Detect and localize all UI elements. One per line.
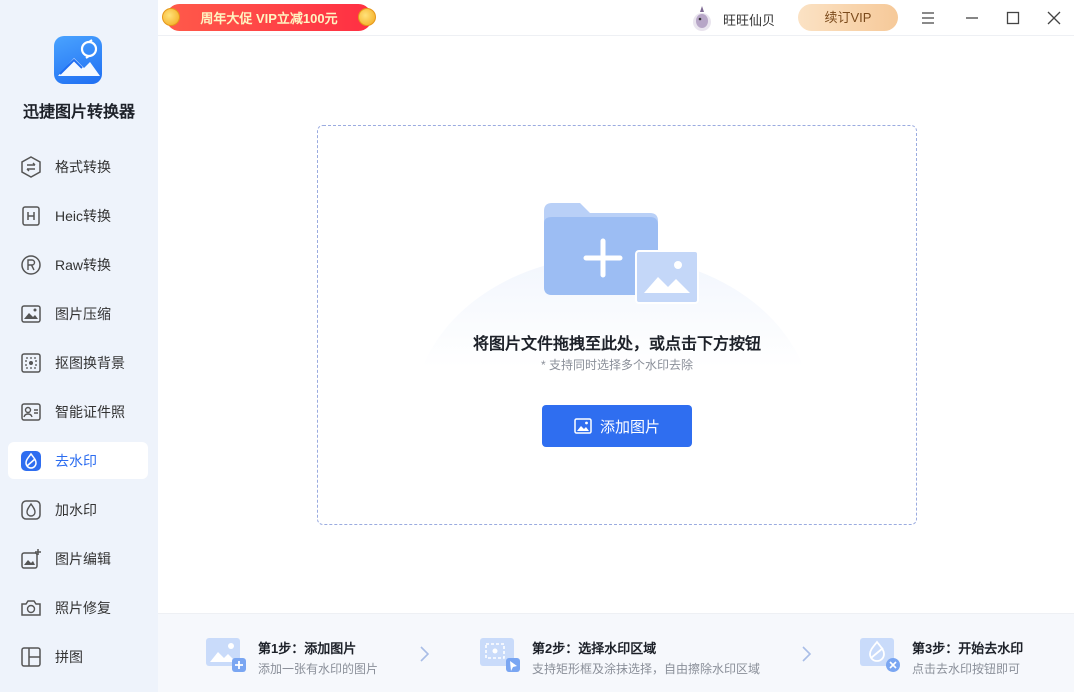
sidebar: 迅捷图片转换器 格式转换 Heic转换 Raw转换 图片压缩 抠图换背景 智能证…	[0, 0, 158, 692]
promo-banner[interactable]: 周年大促 VIP立减100元	[166, 4, 372, 31]
cutout-icon	[20, 352, 42, 374]
step-title: 第1步：添加图片	[258, 641, 357, 656]
id-photo-icon	[20, 401, 42, 423]
top-bar: 周年大促 VIP立减100元 旺旺仙贝 续订VIP	[158, 0, 1074, 36]
minimize-icon[interactable]	[962, 8, 982, 28]
drop-zone[interactable]: 将图片文件拖拽至此处，或点击下方按钮 * 支持同时选择多个水印去除 添加图片	[317, 125, 917, 525]
sidebar-item-add-watermark[interactable]: 加水印	[8, 491, 148, 528]
heic-icon	[20, 205, 42, 227]
coin-icon	[358, 8, 376, 26]
sidebar-item-raw[interactable]: Raw转换	[8, 246, 148, 283]
step-desc: 添加一张有水印的图片	[258, 662, 379, 676]
folder-add-icon	[540, 201, 700, 306]
sidebar-item-label: 格式转换	[55, 158, 111, 175]
sidebar-item-image-edit[interactable]: 图片编辑	[8, 540, 148, 577]
close-icon[interactable]	[1044, 8, 1064, 28]
app-title: 迅捷图片转换器	[22, 104, 135, 121]
sidebar-item-remove-watermark[interactable]: 去水印	[8, 442, 148, 479]
menu-icon[interactable]	[918, 8, 938, 28]
steps-bar: 第1步：添加图片 添加一张有水印的图片 第2步：选择水印区域 支持矩形框及涂抹选…	[158, 613, 1074, 692]
sidebar-item-id-photo[interactable]: 智能证件照	[8, 393, 148, 430]
sidebar-item-label: 加水印	[55, 501, 97, 518]
sidebar-item-label: 去水印	[55, 452, 97, 469]
add-watermark-icon	[20, 499, 42, 521]
sidebar-item-label: 图片压缩	[55, 305, 111, 322]
image-icon	[574, 418, 592, 434]
add-image-button[interactable]: 添加图片	[542, 405, 692, 447]
photo-repair-icon	[20, 597, 42, 619]
sidebar-item-label: 图片编辑	[55, 550, 111, 567]
collage-icon	[20, 646, 42, 668]
drop-zone-subtitle: * 支持同时选择多个水印去除	[540, 358, 693, 372]
sidebar-item-heic[interactable]: Heic转换	[8, 197, 148, 234]
sidebar-item-label: 抠图换背景	[55, 354, 125, 371]
renew-vip-button[interactable]: 续订VIP	[798, 4, 898, 31]
drop-zone-title: 将图片文件拖拽至此处，或点击下方按钮	[472, 336, 761, 353]
sidebar-nav: 格式转换 Heic转换 Raw转换 图片压缩 抠图换背景 智能证件照 去水印 加…	[8, 148, 148, 687]
step-title: 第3步：开始去水印	[912, 641, 1024, 656]
sidebar-item-compress[interactable]: 图片压缩	[8, 295, 148, 332]
chevron-right-icon	[800, 646, 812, 662]
coin-icon	[162, 8, 180, 26]
sidebar-item-label: Heic转换	[55, 207, 112, 224]
raw-icon	[20, 254, 42, 276]
image-edit-icon	[20, 548, 42, 570]
add-image-step-icon	[206, 636, 246, 672]
sidebar-item-format-convert[interactable]: 格式转换	[8, 148, 148, 185]
compress-icon	[20, 303, 42, 325]
sidebar-item-cutout[interactable]: 抠图换背景	[8, 344, 148, 381]
app-logo-icon	[54, 36, 102, 84]
step-title: 第2步：选择水印区域	[532, 641, 657, 656]
select-region-step-icon	[480, 636, 520, 672]
sidebar-item-collage[interactable]: 拼图	[8, 638, 148, 675]
format-convert-icon	[20, 155, 42, 178]
step-desc: 支持矩形框及涂抹选择，自由擦除水印区域	[532, 662, 761, 676]
username[interactable]: 旺旺仙贝	[723, 10, 775, 29]
maximize-icon[interactable]	[1003, 8, 1023, 28]
remove-watermark-icon	[20, 450, 42, 472]
sidebar-item-label: Raw转换	[55, 256, 112, 273]
sidebar-item-label: 智能证件照	[55, 403, 125, 420]
sidebar-item-label: 拼图	[55, 648, 83, 665]
promo-text: 周年大促 VIP立减100元	[200, 11, 338, 26]
remove-watermark-step-icon	[860, 636, 900, 672]
avatar[interactable]	[690, 4, 714, 32]
step-desc: 点击去水印按钮即可	[912, 662, 1021, 676]
add-image-label: 添加图片	[599, 418, 660, 436]
sidebar-item-photo-repair[interactable]: 照片修复	[8, 589, 148, 626]
chevron-right-icon	[418, 646, 430, 662]
sidebar-item-label: 照片修复	[55, 599, 111, 616]
